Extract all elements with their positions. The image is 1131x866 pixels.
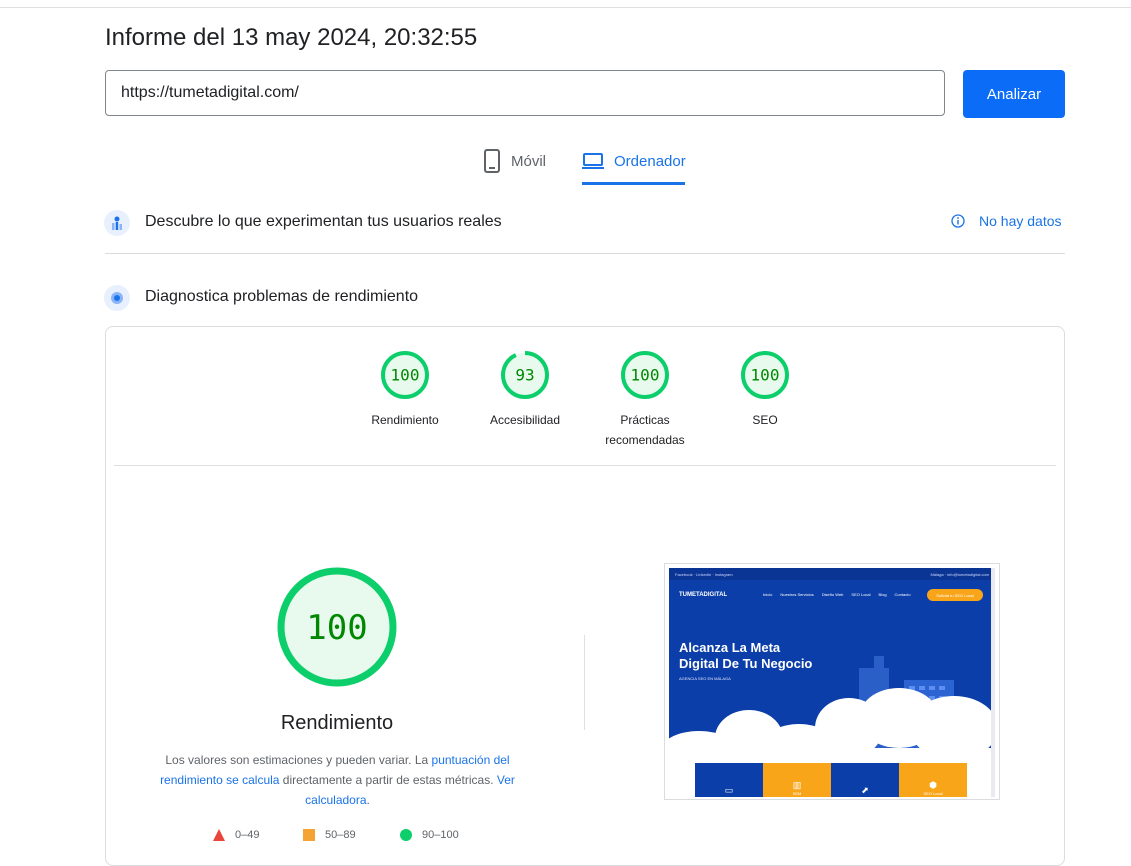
screenshot-service-cards: ▭ ▥ SEM ⬈ ⬢ SEO Local [695,763,967,797]
no-data-link[interactable]: No hay datos [951,213,1062,229]
gauge-score: 100 [391,366,420,385]
gauge-label: Prácticas recomendadas [585,410,705,450]
gauge-score: 100 [631,366,660,385]
url-input-value: https://tumetadigital.com/ [121,84,299,101]
url-input[interactable]: https://tumetadigital.com/ [105,70,945,116]
gauge-label-line: Prácticas [620,413,670,427]
info-icon [951,214,965,228]
explain-text: Los valores son estimaciones y pueden va… [165,753,432,767]
tab-mobile[interactable]: Móvil [483,148,546,174]
field-data-icon [104,210,130,236]
gauge-label: SEO [752,413,778,427]
legend-range: 0–49 [235,829,260,841]
top-divider [0,7,1131,8]
section-divider [105,253,1065,254]
screenshot-scrollbar [991,568,995,797]
score-gauge-performance[interactable]: 100 Rendimiento [345,350,465,430]
legend-range: 90–100 [422,829,459,841]
legend-average: 50–89 [303,829,356,841]
screenshot-card: ⬈ [831,763,899,797]
screenshot-page: Facebook · LinkedIn · Instagram Málaga ·… [669,568,995,797]
vertical-separator [584,635,585,730]
pin-icon: ⬢ [929,780,937,790]
gauge-score: 93 [515,366,534,385]
square-icon [303,829,315,841]
growth-icon: ⬈ [861,785,869,795]
gauge-ring: 100 [381,351,429,399]
score-gauge-seo[interactable]: 100 SEO [705,350,825,430]
field-data-title: Descubre lo que experimentan tus usuario… [145,213,502,230]
final-screenshot: Facebook · LinkedIn · Instagram Málaga ·… [664,563,1000,800]
lab-data-title: Diagnostica problemas de rendimiento [145,288,419,305]
monitor-icon: ▭ [724,785,734,795]
no-data-label: No hay datos [979,213,1062,229]
gauge-label-line: recomendadas [605,433,685,447]
screenshot-card-label: SEM [792,791,802,796]
screenshot-card: ▭ [695,763,763,797]
gauge-label: Accesibilidad [489,413,561,427]
lab-data-icon [104,285,130,311]
gauge-score: 100 [751,366,780,385]
active-tab-indicator [582,182,685,185]
gauge-ring: 100 [621,351,669,399]
performance-title: Rendimiento [280,712,394,734]
screenshot-card-label: SEO Local [923,791,943,796]
gauge-ring: 100 [277,567,397,687]
circle-icon [400,829,412,841]
gauge-ring: 100 [741,351,789,399]
performance-gauge-large: 100 [275,565,399,694]
screenshot-card: ▥ SEM [763,763,831,797]
explain-text: directamente a partir de estas métricas. [279,773,497,787]
tab-desktop-label: Ordenador [614,152,686,170]
smartphone-icon [484,149,500,173]
report-title: Informe del 13 may 2024, 20:32:55 [105,24,478,51]
gauge-label: Rendimiento [371,413,439,427]
chart-icon: ▥ [792,780,802,790]
screenshot-card: ⬢ SEO Local [899,763,967,797]
card-divider [114,465,1056,466]
tab-desktop[interactable]: Ordenador [582,148,686,174]
score-gauge-accessibility[interactable]: 93 Accesibilidad [465,350,585,430]
performance-score: 100 [306,608,367,648]
legend-fail: 0–49 [213,829,259,841]
explain-text: . [366,793,370,807]
gauge-ring: 93 [501,351,549,399]
tab-mobile-label: Móvil [511,152,547,170]
laptop-icon [582,153,604,169]
performance-explanation: Los valores son estimaciones y pueden va… [155,750,520,810]
legend-range: 50–89 [325,829,356,841]
triangle-icon [213,829,225,841]
score-gauge-best-practices[interactable]: 100 Prácticas recomendadas [585,350,705,450]
analyze-button[interactable]: Analizar [963,70,1065,118]
legend-pass: 90–100 [400,829,459,841]
